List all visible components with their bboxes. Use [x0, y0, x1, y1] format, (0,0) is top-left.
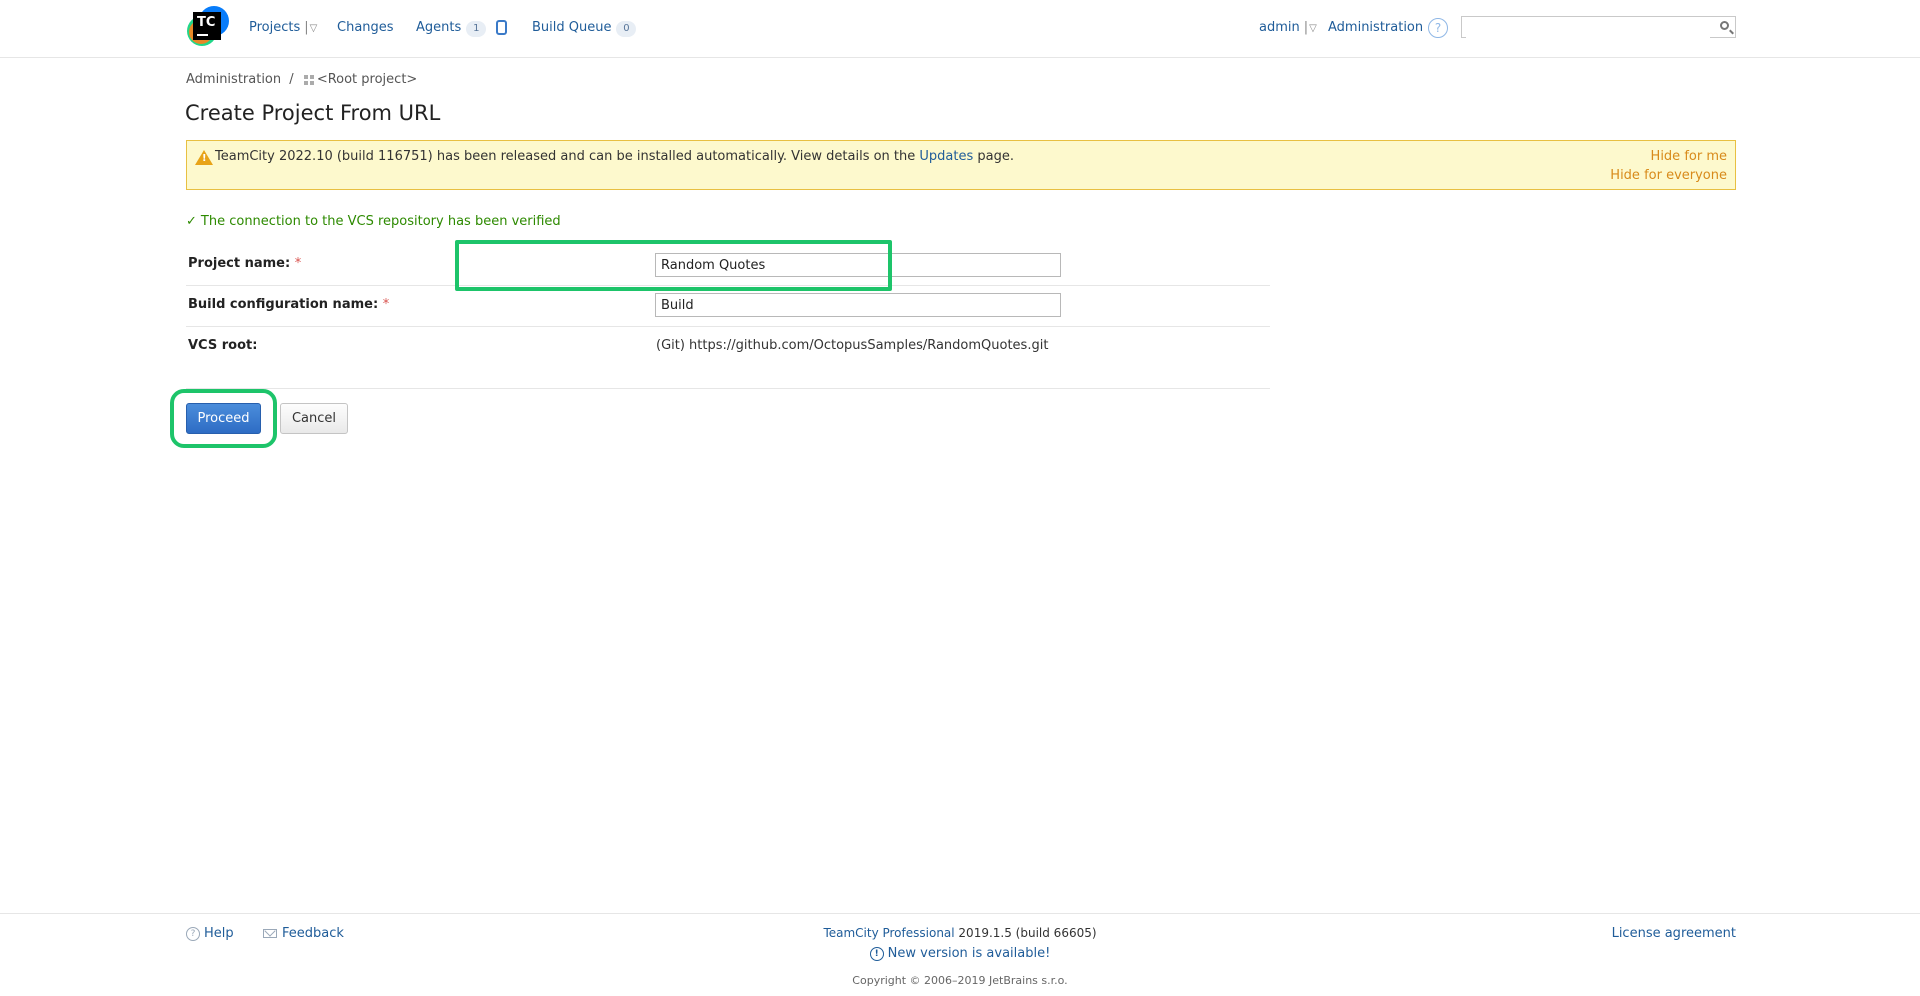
breadcrumb-administration[interactable]: Administration — [186, 72, 281, 87]
build-config-name-input[interactable] — [655, 293, 1061, 317]
build-queue-count-badge: 0 — [616, 21, 637, 37]
vcs-root-value: (Git) https://github.com/OctopusSamples/… — [656, 338, 1049, 353]
breadcrumb-separator: / — [289, 72, 294, 87]
logo-text: TC — [197, 15, 216, 30]
product-link[interactable]: TeamCity Professional — [823, 926, 954, 940]
nav-projects[interactable]: Projects |▽ — [249, 20, 317, 35]
vcs-verified-text: The connection to the VCS repository has… — [200, 214, 561, 229]
user-name[interactable]: admin — [1259, 20, 1300, 35]
agent-device-icon[interactable] — [496, 20, 508, 35]
search-icon[interactable] — [1720, 21, 1729, 30]
nav-changes[interactable]: Changes — [337, 20, 394, 35]
required-mark: * — [294, 256, 302, 271]
teamcity-logo[interactable]: TC — [187, 6, 229, 48]
updates-link[interactable]: Updates — [919, 149, 973, 164]
breadcrumb: Administration / <Root project> — [186, 72, 417, 87]
search-box[interactable] — [1461, 16, 1736, 38]
hide-for-everyone-link[interactable]: Hide for everyone — [1610, 168, 1727, 183]
nav-administration[interactable]: Administration — [1328, 20, 1423, 35]
nav-build-queue[interactable]: Build Queue 0 — [532, 20, 637, 37]
project-name-label-text: Project name: — [188, 256, 291, 271]
project-name-highlight — [455, 240, 892, 291]
new-version-notice: ! New version is available! — [0, 946, 1920, 961]
copyright: Copyright © 2006–2019 JetBrains s.r.o. — [852, 974, 1068, 987]
update-banner: ! TeamCity 2022.10 (build 116751) has be… — [186, 140, 1736, 190]
banner-message: TeamCity 2022.10 (build 116751) has been… — [215, 149, 1014, 164]
nav-projects-label[interactable]: Projects — [249, 20, 300, 35]
new-version-link[interactable]: New version is available! — [888, 946, 1051, 961]
page-title: Create Project From URL — [185, 101, 441, 125]
logo-box: TC — [193, 12, 221, 40]
required-mark: * — [382, 297, 390, 312]
build-config-row: Build configuration name: * — [186, 286, 1270, 327]
nav-changes-label[interactable]: Changes — [337, 20, 394, 35]
proceed-highlight — [170, 389, 277, 448]
banner-message-suffix: page. — [973, 149, 1014, 164]
form-divider — [186, 388, 1270, 389]
info-icon: ! — [869, 946, 884, 961]
cancel-button[interactable]: Cancel — [280, 403, 348, 434]
agents-count-badge: 1 — [466, 21, 487, 37]
build-config-label: Build configuration name: * — [188, 297, 389, 312]
nav-administration-label[interactable]: Administration — [1328, 20, 1423, 35]
project-name-label: Project name: * — [188, 256, 301, 271]
license-agreement-link[interactable]: License agreement — [1612, 926, 1736, 941]
nav-build-queue-label[interactable]: Build Queue — [532, 20, 611, 35]
build-config-label-text: Build configuration name: — [188, 297, 379, 312]
project-grid-icon — [303, 74, 314, 85]
user-menu[interactable]: admin |▽ — [1259, 20, 1317, 35]
page-footer: ? Help Feedback TeamCity Professional 201… — [0, 913, 1920, 996]
nav-agents-label[interactable]: Agents — [416, 20, 461, 35]
help-icon[interactable]: ? — [1428, 18, 1448, 38]
hide-for-me-link[interactable]: Hide for me — [1651, 149, 1727, 164]
checkmark-icon: ✓ — [186, 214, 197, 229]
vcs-verified-message: ✓ The connection to the VCS repository ha… — [186, 214, 561, 229]
search-input[interactable] — [1466, 18, 1710, 38]
warning-icon: ! — [195, 150, 213, 165]
top-header: TC Projects |▽ Changes Agents 1 Build Queu… — [0, 0, 1920, 58]
nav-agents[interactable]: Agents 1 — [416, 20, 508, 37]
vcs-root-label: VCS root: — [188, 338, 258, 353]
banner-message-text: TeamCity 2022.10 (build 116751) has been… — [215, 149, 920, 164]
breadcrumb-root-project[interactable]: <Root project> — [317, 72, 418, 87]
vcs-root-row: VCS root: (Git) https://github.com/Octop… — [186, 327, 1270, 367]
chevron-down-icon[interactable]: ▽ — [1309, 23, 1317, 34]
product-version: 2019.1.5 (build 66605) — [954, 926, 1097, 940]
chevron-down-icon[interactable]: ▽ — [310, 23, 318, 34]
